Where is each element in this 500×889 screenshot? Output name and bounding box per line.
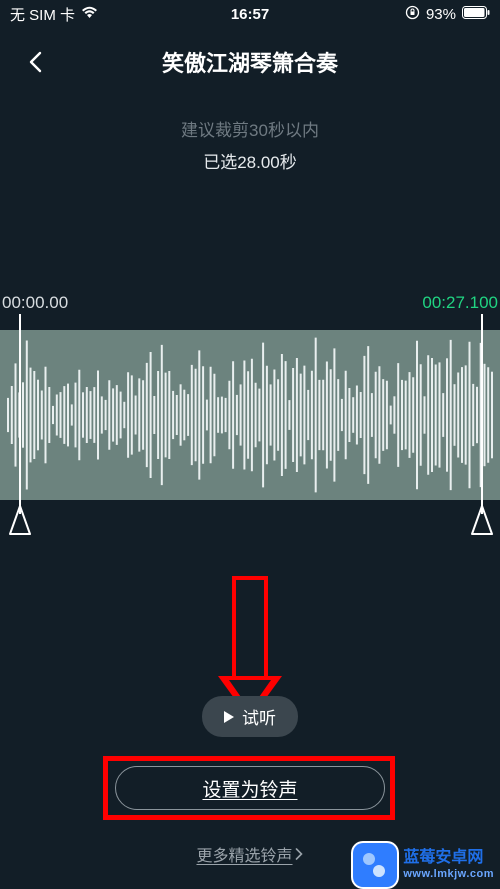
more-ringtones-label: 更多精选铃声 — [196, 842, 292, 866]
status-right: 93% — [405, 5, 490, 24]
status-left: 无 SIM 卡 — [10, 4, 98, 25]
annotation-arrow-shaft — [232, 576, 268, 682]
preview-button-label: 试听 — [242, 704, 276, 729]
trim-start-time: 00:00.00 — [2, 293, 68, 313]
back-button[interactable] — [20, 47, 50, 77]
chevron-left-icon — [28, 51, 42, 73]
page-title: 笑傲江湖琴箫合奏 — [162, 46, 338, 78]
chevron-right-icon — [295, 848, 304, 860]
watermark-line1: 蓝莓安卓网 — [403, 849, 494, 867]
set-ringtone-button-label: 设置为铃声 — [202, 775, 297, 802]
battery-percent: 93% — [426, 6, 456, 23]
trim-handle-right[interactable] — [470, 504, 494, 540]
trim-advice-label: 建议裁剪30秒以内 — [0, 116, 500, 141]
header: 笑傲江湖琴箫合奏 — [0, 40, 500, 84]
watermark-text: 蓝莓安卓网 www.lmkjw.com — [403, 849, 494, 880]
trim-end-time: 00:27.100 — [422, 293, 498, 313]
status-time: 16:57 — [231, 6, 269, 23]
play-icon — [224, 711, 234, 723]
trim-handle-left[interactable] — [8, 504, 32, 540]
trim-marker-left-line — [19, 314, 21, 514]
watermark-icon — [353, 843, 397, 887]
battery-icon — [462, 6, 490, 23]
waveform-bars — [0, 330, 500, 500]
status-bar: 无 SIM 卡 16:57 93% — [0, 0, 500, 28]
waveform-area[interactable] — [0, 330, 500, 500]
watermark-badge: 蓝莓安卓网 www.lmkjw.com — [347, 839, 500, 889]
preview-button[interactable]: 试听 — [202, 696, 298, 737]
trim-marker-right-line — [481, 314, 483, 514]
set-ringtone-button[interactable]: 设置为铃声 — [115, 766, 385, 810]
rotation-lock-icon — [405, 5, 420, 24]
watermark-line2: www.lmkjw.com — [403, 868, 494, 881]
carrier-label: 无 SIM 卡 — [10, 4, 75, 25]
more-ringtones-link[interactable]: 更多精选铃声 — [196, 842, 303, 866]
selected-duration-label: 已选28.00秒 — [0, 148, 500, 173]
trim-time-labels: 00:00.00 00:27.100 — [0, 293, 500, 313]
wifi-icon — [81, 6, 98, 23]
